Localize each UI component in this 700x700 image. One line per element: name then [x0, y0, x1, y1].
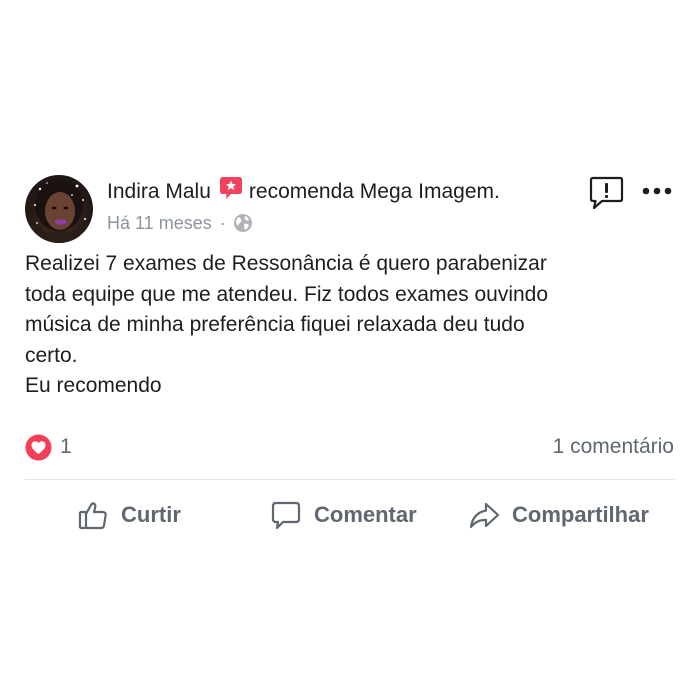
recommendation-text[interactable]: recomenda Mega Imagem. — [249, 180, 500, 204]
share-arrow-icon — [469, 502, 500, 529]
post-header: Indira Malu recomenda Mega Imagem. — [107, 175, 500, 206]
share-label: Compartilhar — [512, 502, 649, 527]
more-options-icon[interactable] — [641, 181, 673, 201]
recommendation-post: Indira Malu recomenda Mega Imagem. Há 11… — [0, 0, 700, 700]
meta-separator: · — [219, 212, 226, 233]
comments-count[interactable]: 1 comentário — [553, 433, 674, 461]
share-button[interactable]: Compartilhar — [468, 495, 649, 535]
like-label: Curtir — [121, 502, 181, 527]
report-icon[interactable] — [589, 175, 624, 210]
like-button[interactable]: Curtir — [77, 495, 181, 535]
thumbs-up-icon — [78, 502, 107, 530]
post-body: Realizei 7 exames de Ressonância é quero… — [25, 249, 675, 402]
post-body-line: certo. — [25, 343, 78, 367]
comment-label: Comentar — [314, 502, 417, 527]
divider — [25, 479, 675, 480]
timestamp[interactable]: Há 11 meses — [107, 213, 212, 234]
love-reaction-icon — [25, 434, 52, 461]
post-body-line: toda equipe que me atendeu. Fiz todos ex… — [25, 282, 549, 306]
post-body-line: Eu recomendo — [25, 374, 162, 397]
post-body-line: música de minha preferência fiquei relax… — [25, 313, 525, 336]
post-meta: Há 11 meses · — [107, 211, 253, 235]
recommend-star-icon — [218, 175, 244, 201]
globe-icon — [233, 213, 253, 233]
author-name[interactable]: Indira Malu — [107, 180, 211, 204]
comment-bubble-icon — [271, 501, 301, 530]
post-body-line: Realizei 7 exames de Ressonância é quero… — [25, 252, 547, 275]
avatar[interactable] — [25, 175, 93, 243]
reactions-summary[interactable]: 1 — [25, 433, 72, 461]
comment-button[interactable]: Comentar — [270, 495, 417, 535]
reaction-count: 1 — [60, 435, 72, 458]
